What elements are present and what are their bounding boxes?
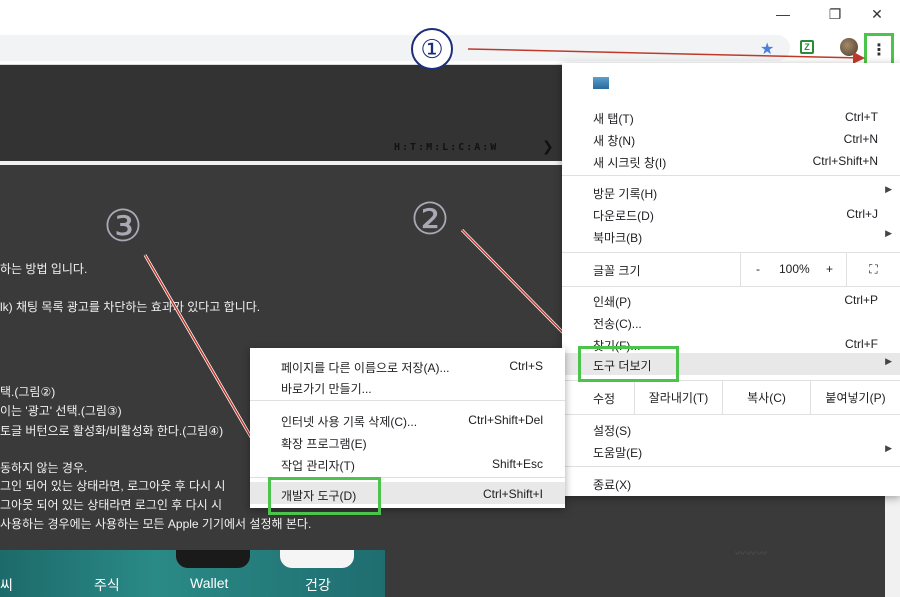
submenu-arrow-icon: ▶ <box>885 228 892 238</box>
step-1-marker: ① <box>411 28 453 70</box>
chrome-menu-button[interactable]: ⋮ <box>864 33 894 67</box>
header-divider <box>0 161 562 165</box>
submenu-arrow-icon: ▶ <box>885 184 892 194</box>
article-line: 사용하는 경우에는 사용하는 모든 Apple 기기에서 설정해 본다. <box>0 517 312 531</box>
zoom-controls: - 100% + <box>740 252 858 286</box>
chrome-menu: 새 탭(T) Ctrl+T 새 창(N) Ctrl+N 새 시크릿 창(I) C… <box>562 63 900 496</box>
menu-item-new-incognito[interactable]: 새 시크릿 창(I) Ctrl+Shift+N <box>562 150 900 172</box>
zoom-out-button[interactable]: - <box>756 262 760 276</box>
watermark-logo: 〰〰〰 <box>735 549 768 560</box>
article-line: 이는 '광고' 선택.(그림③) <box>0 404 122 418</box>
restore-icon[interactable]: ❐ <box>814 0 856 28</box>
title-bar: — ❐ ✕ <box>0 0 900 30</box>
app-icon-health <box>280 550 354 568</box>
menu-item-bookmarks[interactable]: 북마크(B) ▶ <box>562 225 900 247</box>
article-line: 그인 되어 있는 상태라면, 로그아웃 후 다시 시 <box>0 479 226 493</box>
copy-button[interactable]: 복사(C) <box>722 380 810 414</box>
step-2-marker: ② <box>410 194 450 244</box>
menu-item-new-window[interactable]: 새 창(N) Ctrl+N <box>562 128 900 150</box>
app-icon-wallet <box>176 550 250 568</box>
article-line: 동하지 않는 경우. <box>0 461 88 475</box>
menu-item-settings[interactable]: 설정(S) <box>562 418 900 440</box>
zoom-row: 글꼴 크기 - 100% + ⛶ <box>562 252 900 286</box>
menu-divider <box>562 286 900 287</box>
menu-item-new-tab[interactable]: 새 탭(T) Ctrl+T <box>562 106 900 128</box>
submenu-item-create-shortcut[interactable]: 바로가기 만들기... <box>250 375 565 397</box>
menu-divider <box>562 414 900 415</box>
app-label: 건강 <box>305 577 331 593</box>
zoom-label: 글꼴 크기 <box>593 264 641 278</box>
submenu-item-task-manager[interactable]: 작업 관리자(T) Shift+Esc <box>250 452 565 474</box>
app-label: 씨 <box>0 577 13 593</box>
fullscreen-icon[interactable]: ⛶ <box>846 252 900 286</box>
app-label: Wallet <box>190 575 229 591</box>
highlight-more-tools <box>578 346 679 382</box>
menu-item-downloads[interactable]: 다운로드(D) Ctrl+J <box>562 203 900 225</box>
article-line: 그아웃 되어 있는 상태라면 로그인 후 다시 시 <box>0 498 223 512</box>
article-line: 택.(그림②) <box>0 385 56 399</box>
submenu-item-clear-data[interactable]: 인터넷 사용 기록 삭제(C)... Ctrl+Shift+Del <box>250 408 565 430</box>
chevron-down-icon[interactable]: ❯ <box>542 138 554 155</box>
site-logo[interactable]: H:T:M:L:C:A:W <box>394 142 498 153</box>
profile-avatar[interactable] <box>840 38 858 56</box>
menu-item-exit[interactable]: 종료(X) <box>562 472 900 494</box>
menu-item-cast[interactable]: 전송(C)... <box>562 311 900 333</box>
menu-divider <box>562 466 900 467</box>
menu-divider <box>562 175 900 176</box>
paste-button[interactable]: 붙여넣기(P) <box>810 380 900 414</box>
zoom-level: 100% <box>779 262 810 276</box>
zoom-in-button[interactable]: + <box>826 262 833 276</box>
page-content-right <box>562 496 885 597</box>
highlight-dev-tools <box>268 477 381 515</box>
minimize-icon[interactable]: — <box>762 0 804 28</box>
menu-item-history[interactable]: 방문 기록(H) ▶ <box>562 181 900 203</box>
menu-divider <box>250 400 565 401</box>
article-line: 하는 방법 입니다. <box>0 262 88 276</box>
menu-item-help[interactable]: 도움말(E) ▶ <box>562 440 900 462</box>
cut-button[interactable]: 잘라내기(T) <box>634 380 722 414</box>
edit-row: 수정 잘라내기(T) 복사(C) 붙여넣기(P) <box>562 380 900 414</box>
submenu-item-extensions[interactable]: 확장 프로그램(E) <box>250 430 565 452</box>
address-bar[interactable] <box>0 35 790 61</box>
site-favicon <box>593 77 609 89</box>
app-label: 주식 <box>94 577 120 593</box>
submenu-arrow-icon: ▶ <box>885 356 892 366</box>
edit-label: 수정 <box>593 392 616 406</box>
submenu-item-save-page[interactable]: 페이지를 다른 이름으로 저장(A)... Ctrl+S <box>250 354 565 376</box>
submenu-arrow-icon: ▶ <box>885 443 892 453</box>
star-icon[interactable]: ★ <box>760 39 774 59</box>
article-line: lk) 채팅 목록 광고를 차단하는 효과가 있다고 합니다. <box>0 300 261 314</box>
step-3-marker: ③ <box>103 201 143 251</box>
close-icon[interactable]: ✕ <box>856 0 898 28</box>
extension-icon[interactable]: Z <box>800 40 814 54</box>
menu-item-print[interactable]: 인쇄(P) Ctrl+P <box>562 289 900 311</box>
article-line: 토글 버턴으로 활성화/비활성화 한다.(그림④) <box>0 424 224 438</box>
